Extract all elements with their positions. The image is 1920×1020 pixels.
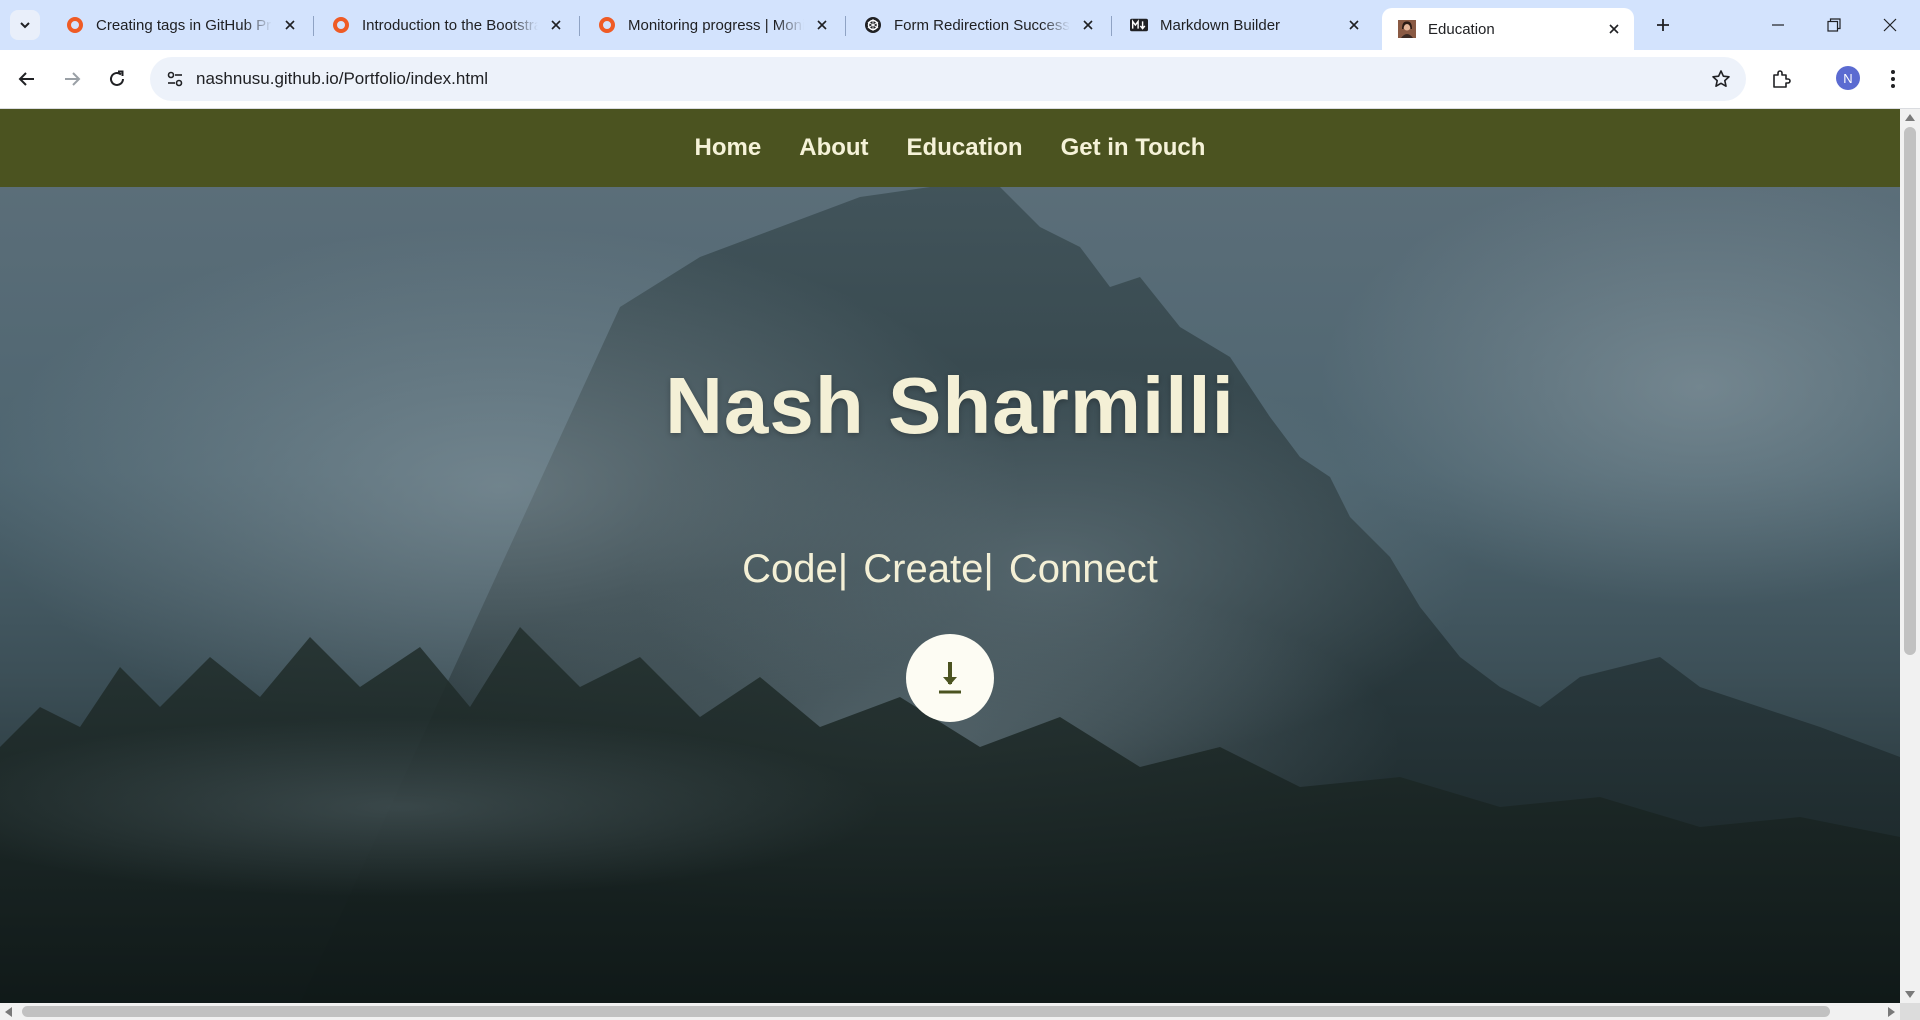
arrow-left-icon	[18, 72, 34, 86]
tab-1[interactable]: Creating tags in GitHub Pro	[50, 8, 310, 42]
close-window-button[interactable]	[1862, 0, 1918, 50]
page-viewport: Home About Education Get in Touch Nash S…	[0, 109, 1900, 1003]
back-button[interactable]	[10, 62, 44, 96]
orange-ring-icon	[598, 16, 616, 34]
tagline-word: Create|	[863, 547, 994, 591]
site-navbar: Home About Education Get in Touch	[0, 109, 1900, 187]
openai-icon	[864, 16, 882, 34]
plus-icon	[1657, 19, 1669, 31]
mountain-background-image	[0, 187, 1900, 1003]
arrow-right-icon	[65, 72, 81, 86]
vertical-scroll-thumb[interactable]	[1904, 127, 1916, 655]
tab-divider	[579, 16, 580, 36]
horizontal-scroll-thumb[interactable]	[22, 1006, 1830, 1017]
scroll-down-arrow-icon[interactable]	[1905, 991, 1915, 998]
tab-search-button[interactable]	[10, 10, 40, 40]
close-icon[interactable]	[1078, 15, 1098, 35]
tab-divider	[1111, 16, 1112, 36]
tab-title: Creating tags in GitHub Pro	[96, 16, 272, 34]
tagline-word: Connect	[1008, 547, 1158, 591]
kebab-menu-icon	[1891, 70, 1895, 88]
close-icon[interactable]	[812, 15, 832, 35]
tab-title: Introduction to the Bootstrap	[362, 16, 538, 34]
nav-about-link[interactable]: About	[799, 134, 868, 162]
close-icon[interactable]	[1604, 19, 1624, 39]
tab-divider	[845, 16, 846, 36]
orange-ring-icon	[332, 16, 350, 34]
close-icon	[1883, 18, 1897, 32]
tab-title: Form Redirection Success	[894, 16, 1070, 34]
horizontal-scrollbar[interactable]	[0, 1003, 1900, 1020]
close-icon[interactable]	[546, 15, 566, 35]
minimize-icon	[1772, 24, 1784, 26]
restore-icon	[1827, 18, 1841, 32]
chevron-down-icon	[20, 22, 30, 29]
restore-button[interactable]	[1806, 0, 1862, 50]
extensions-button[interactable]	[1764, 62, 1798, 96]
download-arrow-icon	[939, 662, 961, 694]
tab-6-active[interactable]: Education	[1382, 8, 1634, 50]
tab-strip: Creating tags in GitHub Pro Introduction…	[0, 0, 1920, 50]
scroll-right-arrow-icon[interactable]	[1888, 1007, 1895, 1017]
new-tab-button[interactable]	[1648, 10, 1678, 40]
tab-divider	[313, 16, 314, 36]
tab-title: Markdown Builder	[1160, 16, 1336, 34]
vertical-scrollbar[interactable]	[1900, 109, 1920, 1003]
bookmark-star-icon[interactable]	[1706, 64, 1736, 94]
nav-education-link[interactable]: Education	[907, 134, 1023, 162]
tab-5[interactable]: Markdown Builder	[1114, 8, 1374, 42]
markdown-icon	[1130, 16, 1148, 34]
hero-section: Nash Sharmilli Code| Create| Connect	[0, 187, 1900, 1003]
nav-contact-link[interactable]: Get in Touch	[1061, 134, 1206, 162]
menu-button[interactable]	[1876, 62, 1910, 96]
scroll-left-arrow-icon[interactable]	[5, 1007, 12, 1017]
orange-ring-icon	[66, 16, 84, 34]
minimize-button[interactable]	[1750, 0, 1806, 50]
puzzle-icon	[1773, 70, 1791, 88]
tab-4[interactable]: Form Redirection Success	[848, 8, 1108, 42]
tab-title: Monitoring progress | Monitoring	[628, 16, 804, 34]
tab-title: Education	[1428, 20, 1495, 38]
reload-button[interactable]	[100, 62, 134, 96]
hero-tagline: Code| Create| Connect	[0, 547, 1900, 592]
close-icon[interactable]	[280, 15, 300, 35]
profile-avatar[interactable]: N	[1836, 66, 1860, 90]
browser-toolbar: nashnusu.github.io/Portfolio/index.html …	[0, 50, 1920, 109]
tab-2[interactable]: Introduction to the Bootstrap	[316, 8, 576, 42]
tab-3[interactable]: Monitoring progress | Monitoring	[582, 8, 842, 42]
portrait-icon	[1398, 20, 1416, 38]
reload-icon	[110, 70, 124, 86]
site-info-icon[interactable]	[160, 64, 190, 94]
address-bar[interactable]: nashnusu.github.io/Portfolio/index.html	[150, 57, 1746, 101]
close-icon[interactable]	[1344, 15, 1364, 35]
url-text[interactable]: nashnusu.github.io/Portfolio/index.html	[196, 69, 488, 89]
scroll-up-arrow-icon[interactable]	[1905, 114, 1915, 121]
nav-home-link[interactable]: Home	[695, 134, 762, 162]
forward-button[interactable]	[55, 62, 89, 96]
download-button[interactable]	[906, 634, 994, 722]
scrollbar-corner	[1900, 1003, 1920, 1020]
hero-title: Nash Sharmilli	[665, 361, 1235, 450]
tagline-word: Code|	[742, 547, 849, 591]
